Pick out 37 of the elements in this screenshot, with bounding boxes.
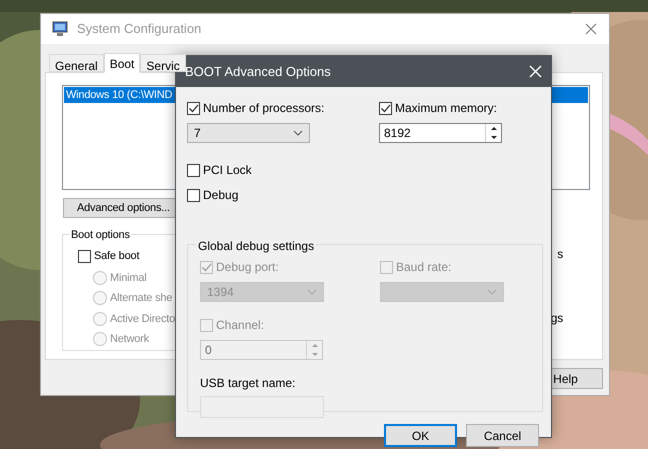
spinner-field[interactable]: 8192 (379, 123, 502, 143)
checkbox[interactable] (187, 164, 200, 176)
checkbox[interactable] (187, 102, 200, 114)
dialog-button[interactable]: Cancel (466, 424, 539, 447)
checkbox-label: Debug port: (216, 259, 279, 276)
window-title: System Configuration (77, 20, 202, 38)
field-label: USB target name: (200, 375, 296, 392)
advanced-options-button[interactable]: Advanced options... (63, 198, 177, 218)
checkbox-label: Maximum memory: (395, 100, 498, 117)
radio-label: Minimal (110, 270, 146, 286)
checkbox[interactable] (379, 102, 392, 114)
checkbox-label: Channel: (216, 317, 264, 334)
checkbox[interactable] (187, 188, 200, 202)
radio-label: Alternate she (110, 291, 172, 306)
radio-label: Network (110, 332, 149, 347)
checkbox-label: Baud rate: (396, 259, 452, 276)
checkbox[interactable] (78, 250, 91, 263)
checkbox-label: Number of processors: (203, 100, 324, 117)
tab[interactable]: General (49, 54, 104, 72)
group-title: Boot options (70, 227, 131, 244)
chevron-down-icon (293, 130, 303, 136)
dialog-title: BOOT Advanced Options (185, 62, 332, 81)
chevron-down-icon (487, 289, 497, 295)
chevron-down-icon (307, 289, 317, 295)
computer-icon (51, 21, 69, 37)
dialog-button[interactable]: OK (384, 424, 457, 447)
checkbox-label: PCI Lock (203, 162, 252, 179)
dropdown[interactable] (380, 282, 504, 302)
close-icon (585, 23, 597, 35)
dropdown[interactable]: 7 (187, 123, 310, 143)
radio-label: Active Directo (110, 312, 176, 326)
close-icon (529, 65, 542, 78)
option-label: s (557, 246, 563, 263)
tab[interactable]: Servic (140, 54, 186, 72)
tab[interactable]: Boot (104, 53, 140, 73)
checkbox-label: Debug (203, 187, 238, 204)
checkbox-label: Safe boot (94, 249, 140, 264)
